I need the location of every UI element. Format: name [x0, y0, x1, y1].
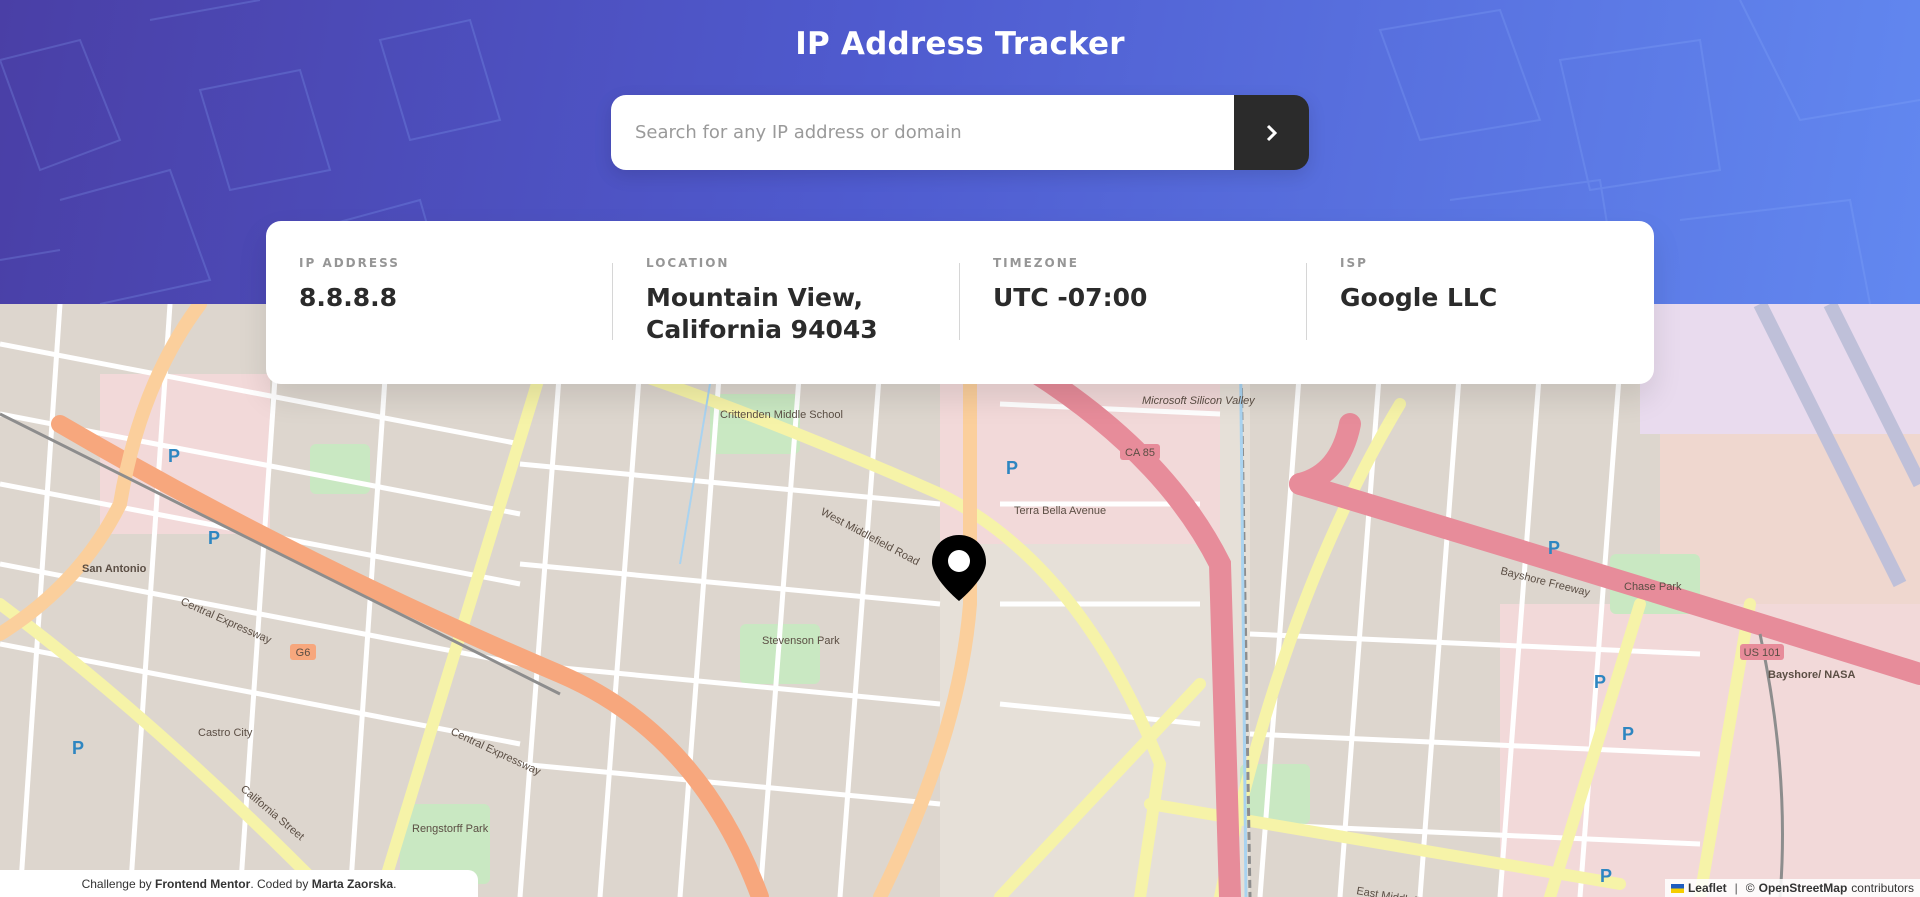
parking-icon: P [1600, 866, 1612, 886]
parking-icon: P [1594, 672, 1606, 692]
isp-label: ISP [1340, 256, 1368, 270]
attribution-credit: Challenge by Frontend Mentor . Coded by … [0, 870, 478, 897]
bayshore-nasa-label: Bayshore/ NASA [1768, 669, 1855, 681]
microsoft-label: Microsoft Silicon Valley [1142, 395, 1256, 407]
frontend-mentor-link[interactable]: Frontend Mentor [155, 877, 250, 891]
isp-section: ISP Google LLC [1340, 256, 1660, 314]
rengstorff-park-label: Rengstorff Park [412, 823, 489, 835]
divider [1306, 263, 1307, 340]
terra-bella-label: Terra Bella Avenue [1014, 505, 1106, 517]
ca85-label: CA 85 [1125, 447, 1155, 459]
castro-city-label: Castro City [198, 727, 253, 739]
credit-suffix: . [393, 876, 397, 891]
location-value-line1: Mountain View, [646, 283, 863, 312]
ip-address-value: 8.8.8.8 [299, 283, 398, 312]
location-pin-icon[interactable] [930, 533, 988, 603]
isp-value: Google LLC [1340, 283, 1498, 312]
openstreetmap-link[interactable]: OpenStreetMap [1759, 881, 1848, 895]
timezone-value: UTC -07:00 [993, 283, 1148, 312]
ukraine-flag-icon [1670, 883, 1684, 893]
parking-icon: P [168, 446, 180, 466]
timezone-section: TIMEZONE UTC -07:00 [993, 256, 1313, 314]
map-attribution: Leaflet | © OpenStreetMap contributors [1664, 879, 1920, 897]
us101-label: US 101 [1744, 647, 1781, 659]
g6-label: G6 [296, 647, 311, 659]
credit-prefix: Challenge by [81, 876, 152, 891]
leaflet-link[interactable]: Leaflet [1688, 881, 1727, 895]
ip-address-label: IP ADDRESS [299, 256, 400, 270]
author-link[interactable]: Marta Zaorska [312, 877, 393, 891]
location-section: LOCATION Mountain View, California 94043 [646, 256, 966, 346]
divider [959, 263, 960, 340]
search-input[interactable] [611, 95, 1234, 170]
location-value-line2: California 94043 [646, 315, 878, 344]
san-antonio-label: San Antonio [82, 563, 147, 575]
parking-icon: P [1622, 724, 1634, 744]
crittenden-label: Crittenden Middle School [720, 409, 843, 421]
attribution-separator: | [1734, 881, 1738, 895]
chase-park-label: Chase Park [1624, 581, 1682, 593]
parking-icon: P [1006, 458, 1018, 478]
ip-address-section: IP ADDRESS 8.8.8.8 [299, 256, 619, 314]
divider [612, 263, 613, 340]
contributors-text: contributors [1851, 881, 1914, 895]
credit-middle: . Coded by [250, 876, 309, 891]
stevenson-park-label: Stevenson Park [762, 635, 840, 647]
chevron-right-icon [1266, 124, 1277, 141]
search-submit-button[interactable] [1234, 95, 1309, 170]
timezone-label: TIMEZONE [993, 256, 1079, 270]
ip-info-card: IP ADDRESS 8.8.8.8 LOCATION Mountain Vie… [266, 221, 1654, 384]
page-title: IP Address Tracker [795, 26, 1125, 62]
copyright-symbol: © [1745, 881, 1755, 895]
parking-icon: P [1548, 538, 1560, 558]
page: IP Address Tracker IP ADDRESS 8.8.8.8 LO… [0, 0, 1920, 897]
location-label: LOCATION [646, 256, 730, 270]
search-bar [611, 95, 1309, 170]
parking-icon: P [72, 738, 84, 758]
parking-icon: P [208, 528, 220, 548]
